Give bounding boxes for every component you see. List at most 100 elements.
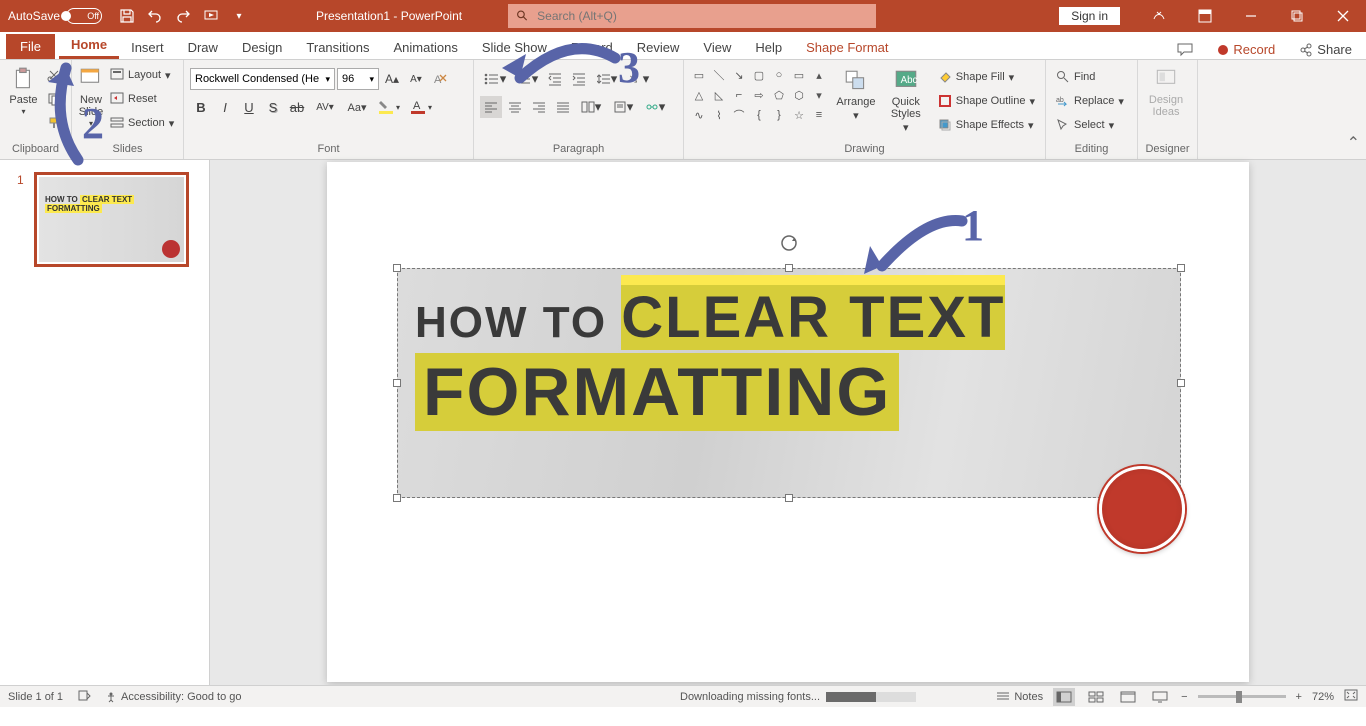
- shape-rbrace-icon[interactable]: }: [770, 106, 788, 124]
- decrease-font-icon[interactable]: A▾: [405, 68, 427, 90]
- autosave-toggle[interactable]: Off: [66, 8, 102, 24]
- shape-star-icon[interactable]: ☆: [790, 106, 808, 124]
- share-button[interactable]: Share: [1291, 40, 1360, 59]
- font-color-icon[interactable]: A▾: [406, 96, 436, 118]
- tab-shape-format[interactable]: Shape Format: [794, 36, 900, 59]
- zoom-slider[interactable]: [1198, 695, 1286, 698]
- tab-insert[interactable]: Insert: [119, 36, 176, 59]
- slide-counter[interactable]: Slide 1 of 1: [8, 691, 63, 703]
- align-left-icon[interactable]: [480, 96, 502, 118]
- font-size-select[interactable]: 96▾: [337, 68, 379, 90]
- highlight-color-icon[interactable]: ▾: [374, 96, 404, 118]
- shape-rect-icon[interactable]: ▢: [750, 66, 768, 84]
- shapes-gallery[interactable]: ▭ ＼ ↘ ▢ ○ ▭ ▴ △ ◺ ⌐ ⇨ ⬠ ⬡ ▾ ∿ ⌇ ⌒ { } ☆: [690, 66, 828, 124]
- tab-transitions[interactable]: Transitions: [294, 36, 381, 59]
- slide-canvas[interactable]: HOW TO CLEAR TEXT FORMATTING 1: [210, 160, 1366, 685]
- clear-formatting-icon[interactable]: A: [429, 68, 451, 90]
- replace-button[interactable]: abReplace ▾: [1052, 90, 1131, 112]
- decrease-indent-icon[interactable]: [544, 68, 566, 90]
- section-button[interactable]: Section ▾: [106, 112, 178, 134]
- layout-button[interactable]: Layout ▾: [106, 64, 178, 86]
- paste-button[interactable]: Paste▾: [6, 64, 41, 143]
- columns-icon[interactable]: ▾: [576, 96, 606, 118]
- shape-oval-icon[interactable]: ○: [770, 66, 788, 84]
- close-icon[interactable]: [1320, 0, 1366, 32]
- record-button[interactable]: Record: [1209, 40, 1283, 59]
- save-icon[interactable]: [118, 7, 136, 25]
- zoom-level[interactable]: 72%: [1312, 691, 1334, 703]
- shape-effects-button[interactable]: Shape Effects ▾: [934, 114, 1039, 136]
- accessibility-status[interactable]: Accessibility: Good to go: [105, 691, 241, 703]
- fit-window-icon[interactable]: [1344, 689, 1358, 704]
- search-input[interactable]: [537, 9, 868, 23]
- shape-lbrace-icon[interactable]: {: [750, 106, 768, 124]
- strike-icon[interactable]: ab: [286, 96, 308, 118]
- tab-slideshow[interactable]: Slide Show: [470, 36, 559, 59]
- slide-title-text[interactable]: HOW TO CLEAR TEXT FORMATTING: [415, 284, 1005, 431]
- gallery-up-icon[interactable]: ▴: [810, 66, 828, 84]
- undo-icon[interactable]: [146, 7, 164, 25]
- redo-icon[interactable]: [174, 7, 192, 25]
- collapse-ribbon-icon[interactable]: ⌃: [1347, 133, 1360, 153]
- shape-line-icon[interactable]: ＼: [710, 66, 728, 84]
- autosave-control[interactable]: AutoSave Off: [0, 8, 110, 24]
- increase-indent-icon[interactable]: [568, 68, 590, 90]
- zoom-in-icon[interactable]: +: [1296, 691, 1302, 703]
- sorter-view-icon[interactable]: [1085, 688, 1107, 706]
- bold-icon[interactable]: B: [190, 96, 212, 118]
- shape-arrowline-icon[interactable]: ↘: [730, 66, 748, 84]
- tab-file[interactable]: File: [6, 34, 55, 59]
- gallery-down-icon[interactable]: ▾: [810, 86, 828, 104]
- minimize-icon[interactable]: [1228, 0, 1274, 32]
- font-family-select[interactable]: Rockwell Condensed (He▾: [190, 68, 335, 90]
- bullets-icon[interactable]: ▾: [480, 68, 510, 90]
- tab-animations[interactable]: Animations: [382, 36, 470, 59]
- align-right-icon[interactable]: [528, 96, 550, 118]
- signin-button[interactable]: Sign in: [1059, 7, 1120, 25]
- slide-thumbnail-1[interactable]: 1 HOW TO CLEAR TEXTFORMATTING: [34, 172, 189, 267]
- shape-fill-button[interactable]: Shape Fill ▾: [934, 66, 1039, 88]
- char-spacing-icon[interactable]: AV▾: [310, 96, 340, 118]
- arrange-button[interactable]: Arrange▾: [834, 66, 878, 122]
- numbering-icon[interactable]: 12▾: [512, 68, 542, 90]
- zoom-out-icon[interactable]: −: [1181, 691, 1187, 703]
- tab-design[interactable]: Design: [230, 36, 294, 59]
- justify-icon[interactable]: [552, 96, 574, 118]
- shape-curve-icon[interactable]: ∿: [690, 106, 708, 124]
- resize-handle[interactable]: [393, 494, 401, 502]
- resize-handle[interactable]: [1177, 379, 1185, 387]
- thumbnail-panel[interactable]: 1 HOW TO CLEAR TEXTFORMATTING: [0, 160, 210, 685]
- quick-styles-button[interactable]: Abc Quick Styles▾: [884, 66, 928, 134]
- start-from-beginning-icon[interactable]: [202, 7, 220, 25]
- shape-arrow-icon[interactable]: ⇨: [750, 86, 768, 104]
- select-button[interactable]: Select ▾: [1052, 114, 1131, 136]
- resize-handle[interactable]: [393, 264, 401, 272]
- cut-icon[interactable]: [43, 64, 65, 86]
- shape-elbow-icon[interactable]: ⌐: [730, 86, 748, 104]
- tab-view[interactable]: View: [691, 36, 743, 59]
- resize-handle[interactable]: [785, 494, 793, 502]
- design-ideas-button[interactable]: Design Ideas: [1144, 64, 1188, 118]
- resize-handle[interactable]: [393, 379, 401, 387]
- tab-record[interactable]: Record: [559, 36, 625, 59]
- change-case-icon[interactable]: Aa▾: [342, 96, 372, 118]
- shape-rtriangle-icon[interactable]: ◺: [710, 86, 728, 104]
- coming-soon-icon[interactable]: [1136, 0, 1182, 32]
- italic-icon[interactable]: I: [214, 96, 236, 118]
- format-painter-icon[interactable]: [43, 112, 65, 134]
- slideshow-view-icon[interactable]: [1149, 688, 1171, 706]
- rotate-handle-icon[interactable]: [779, 233, 799, 253]
- shape-triangle-icon[interactable]: △: [690, 86, 708, 104]
- qat-more-icon[interactable]: ▾: [230, 7, 248, 25]
- spellcheck-icon[interactable]: [77, 688, 91, 705]
- shape-arc-icon[interactable]: ⌒: [730, 106, 748, 124]
- search-box[interactable]: [508, 4, 876, 28]
- shape-pentagon-icon[interactable]: ⬠: [770, 86, 788, 104]
- gallery-more-icon[interactable]: ≡: [810, 106, 828, 124]
- resize-handle[interactable]: [785, 264, 793, 272]
- align-text-icon[interactable]: ▾: [608, 96, 638, 118]
- tab-home[interactable]: Home: [59, 33, 119, 59]
- resize-handle[interactable]: [1177, 264, 1185, 272]
- smartart-convert-icon[interactable]: ▾: [640, 96, 670, 118]
- tab-help[interactable]: Help: [743, 36, 794, 59]
